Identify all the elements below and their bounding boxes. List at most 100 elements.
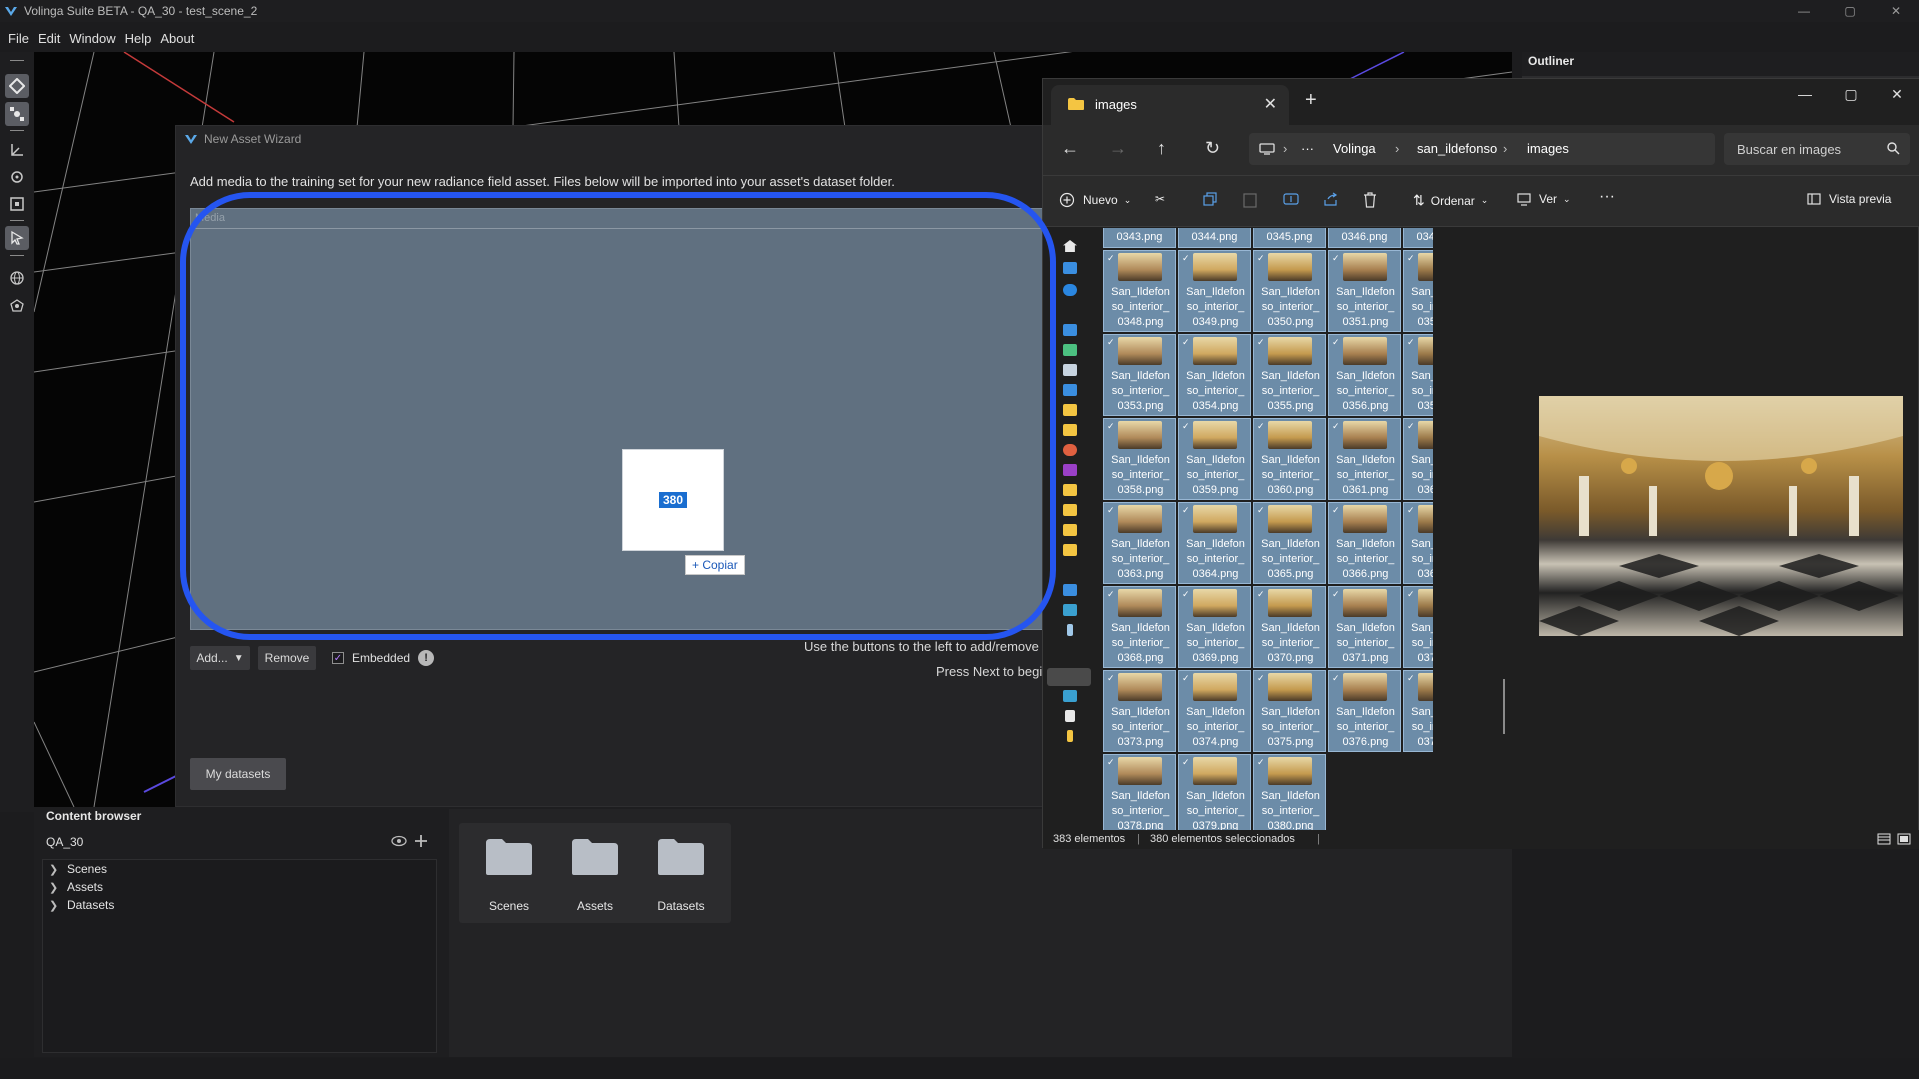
tree-item-scenes[interactable]: ❯ Scenes xyxy=(43,860,436,878)
file-item[interactable]: ✓ San_Ildefon so_interior_ 0373.png xyxy=(1103,670,1176,752)
file-checkbox[interactable]: ✓ xyxy=(1407,337,1417,347)
preview-pane-button[interactable]: Vista previa xyxy=(1807,192,1891,206)
minimize-button[interactable]: — xyxy=(1781,0,1827,22)
gallery-icon[interactable] xyxy=(1063,262,1077,274)
file-checkbox[interactable]: ✓ xyxy=(1257,337,1267,347)
close-tab-icon[interactable]: ✕ xyxy=(1264,94,1277,114)
menu-edit[interactable]: Edit xyxy=(38,31,60,46)
transform-icon[interactable] xyxy=(5,102,29,126)
embedded-checkbox[interactable]: ✓ xyxy=(332,652,344,664)
breadcrumb-images[interactable]: images xyxy=(1527,141,1569,156)
file-item[interactable]: ✓ San_Ildefon so_interior_ 0360.png xyxy=(1253,418,1326,500)
folder-card-assets[interactable]: Assets xyxy=(545,823,645,923)
globe-icon[interactable] xyxy=(5,266,29,290)
file-item[interactable]: ✓ San_Ildefon so_interior_ 0353.png xyxy=(1103,334,1176,416)
new-tab-button[interactable]: + xyxy=(1305,89,1317,112)
file-checkbox[interactable]: ✓ xyxy=(1107,757,1117,767)
axis-icon[interactable] xyxy=(5,138,29,162)
file-checkbox[interactable]: ✓ xyxy=(1407,253,1417,263)
sort-button[interactable]: ⇅ Ordenar ⌄ xyxy=(1413,192,1488,209)
folder-card-scenes[interactable]: Scenes xyxy=(459,823,559,923)
onedrive-icon[interactable] xyxy=(1063,284,1077,296)
this-pc-icon[interactable] xyxy=(1063,584,1077,596)
file-item-partial[interactable]: 0344.png xyxy=(1178,228,1251,248)
file-item[interactable]: ✓ San_Ildefon so_interior_ 0366.png xyxy=(1328,502,1401,584)
file-checkbox[interactable]: ✓ xyxy=(1107,589,1117,599)
file-checkbox[interactable]: ✓ xyxy=(1257,253,1267,263)
network-icon[interactable] xyxy=(1063,690,1077,702)
my-datasets-button[interactable]: My datasets xyxy=(190,758,286,790)
file-item[interactable]: ✓ San_Ildefon so_interior_ 0379.png xyxy=(1178,754,1251,830)
address-bar[interactable]: › ··· Volinga › san_ildefonso › images xyxy=(1249,133,1715,165)
remove-media-button[interactable]: Remove xyxy=(258,646,316,670)
file-checkbox[interactable]: ✓ xyxy=(1182,337,1192,347)
tree-item-assets[interactable]: ❯ Assets xyxy=(43,878,436,896)
file-item[interactable]: ✓ San_Ildefon so_interior_ 0358.png xyxy=(1103,418,1176,500)
chevron-right-icon[interactable]: ❯ xyxy=(49,863,67,876)
file-item[interactable]: ✓ San_Ildefon so_interior_ 0352.png xyxy=(1403,250,1433,332)
menu-file[interactable]: File xyxy=(8,31,29,46)
file-checkbox[interactable]: ✓ xyxy=(1182,589,1192,599)
file-checkbox[interactable]: ✓ xyxy=(1407,421,1417,431)
file-item[interactable]: ✓ San_Ildefon so_interior_ 0354.png xyxy=(1178,334,1251,416)
file-item[interactable]: ✓ San_Ildefon so_interior_ 0361.png xyxy=(1328,418,1401,500)
file-item[interactable]: ✓ San_Ildefon so_interior_ 0369.png xyxy=(1178,586,1251,668)
file-item[interactable]: ✓ San_Ildefon so_interior_ 0370.png xyxy=(1253,586,1326,668)
file-item[interactable]: ✓ San_Ildefon so_interior_ 0380.png xyxy=(1253,754,1326,830)
close-button[interactable]: ✕ xyxy=(1874,79,1919,109)
file-item[interactable]: ✓ San_Ildefon so_interior_ 0365.png xyxy=(1253,502,1326,584)
nav-selected-item[interactable] xyxy=(1047,668,1091,686)
folder-icon[interactable] xyxy=(1063,484,1077,496)
pointer-icon[interactable] xyxy=(5,226,29,250)
folder-card-datasets[interactable]: Datasets xyxy=(631,823,731,923)
select-vertex-icon[interactable] xyxy=(5,74,29,98)
file-checkbox[interactable]: ✓ xyxy=(1332,337,1342,347)
file-checkbox[interactable]: ✓ xyxy=(1257,589,1267,599)
file-item[interactable]: ✓ San_Ildefon so_interior_ 0348.png xyxy=(1103,250,1176,332)
file-item-partial[interactable]: 0345.png xyxy=(1253,228,1326,248)
file-item[interactable]: ✓ San_Ildefon so_interior_ 0356.png xyxy=(1328,334,1401,416)
tree-item-datasets[interactable]: ❯ Datasets xyxy=(43,896,436,914)
more-options-button[interactable]: ··· xyxy=(1599,188,1615,206)
file-item[interactable]: ✓ San_Ildefon so_interior_ 0372.png xyxy=(1403,586,1433,668)
file-item[interactable]: ✓ San_Ildefon so_interior_ 0355.png xyxy=(1253,334,1326,416)
file-item[interactable]: ✓ San_Ildefon so_interior_ 0351.png xyxy=(1328,250,1401,332)
file-item[interactable]: ✓ San_Ildefon so_interior_ 0371.png xyxy=(1328,586,1401,668)
file-checkbox[interactable]: ✓ xyxy=(1332,421,1342,431)
details-view-icon[interactable] xyxy=(1877,833,1891,848)
file-checkbox[interactable]: ✓ xyxy=(1182,253,1192,263)
file-item[interactable]: ✓ San_Ildefon so_interior_ 0350.png xyxy=(1253,250,1326,332)
file-item-partial[interactable]: 0347.png xyxy=(1403,228,1433,248)
dropdown-arrow-icon[interactable]: ▼ xyxy=(234,653,244,664)
file-item[interactable]: ✓ San_Ildefon so_interior_ 0368.png xyxy=(1103,586,1176,668)
file-item[interactable]: ✓ San_Ildefon so_interior_ 0367.png xyxy=(1403,502,1433,584)
file-item-partial[interactable]: 0343.png xyxy=(1103,228,1176,248)
file-item-partial[interactable]: 0346.png xyxy=(1328,228,1401,248)
downloads-icon[interactable] xyxy=(1063,344,1077,356)
drive-icon[interactable] xyxy=(1063,604,1077,616)
breadcrumb-overflow[interactable]: ··· xyxy=(1301,141,1314,156)
folder-icon[interactable] xyxy=(1063,504,1077,516)
file-checkbox[interactable]: ✓ xyxy=(1332,253,1342,263)
file-item[interactable]: ✓ San_Ildefon so_interior_ 0364.png xyxy=(1178,502,1251,584)
maximize-button[interactable]: ▢ xyxy=(1828,79,1874,109)
folder-icon[interactable] xyxy=(1063,524,1077,536)
file-item[interactable]: ✓ San_Ildefon so_interior_ 0374.png xyxy=(1178,670,1251,752)
file-item[interactable]: ✓ San_Ildefon so_interior_ 0378.png xyxy=(1103,754,1176,830)
copy-icon[interactable] xyxy=(1203,192,1217,206)
visibility-eye-icon[interactable] xyxy=(388,831,410,851)
add-plus-icon[interactable] xyxy=(410,831,432,851)
explorer-tab-images[interactable]: images ✕ xyxy=(1051,85,1289,125)
music-icon[interactable] xyxy=(1063,444,1077,456)
file-item[interactable]: ✓ San_Ildefon so_interior_ 0359.png xyxy=(1178,418,1251,500)
rotate-icon[interactable] xyxy=(5,165,29,189)
file-item[interactable]: ✓ San_Ildefon so_interior_ 0357.png xyxy=(1403,334,1433,416)
scale-icon[interactable] xyxy=(5,192,29,216)
close-button[interactable]: ✕ xyxy=(1873,0,1919,22)
folder-icon[interactable] xyxy=(1067,730,1073,742)
chevron-right-icon[interactable]: ❯ xyxy=(49,881,67,894)
forward-arrow-icon[interactable]: → xyxy=(1109,138,1127,159)
file-checkbox[interactable]: ✓ xyxy=(1332,673,1342,683)
file-checkbox[interactable]: ✓ xyxy=(1332,505,1342,515)
share-icon[interactable] xyxy=(1323,192,1339,206)
